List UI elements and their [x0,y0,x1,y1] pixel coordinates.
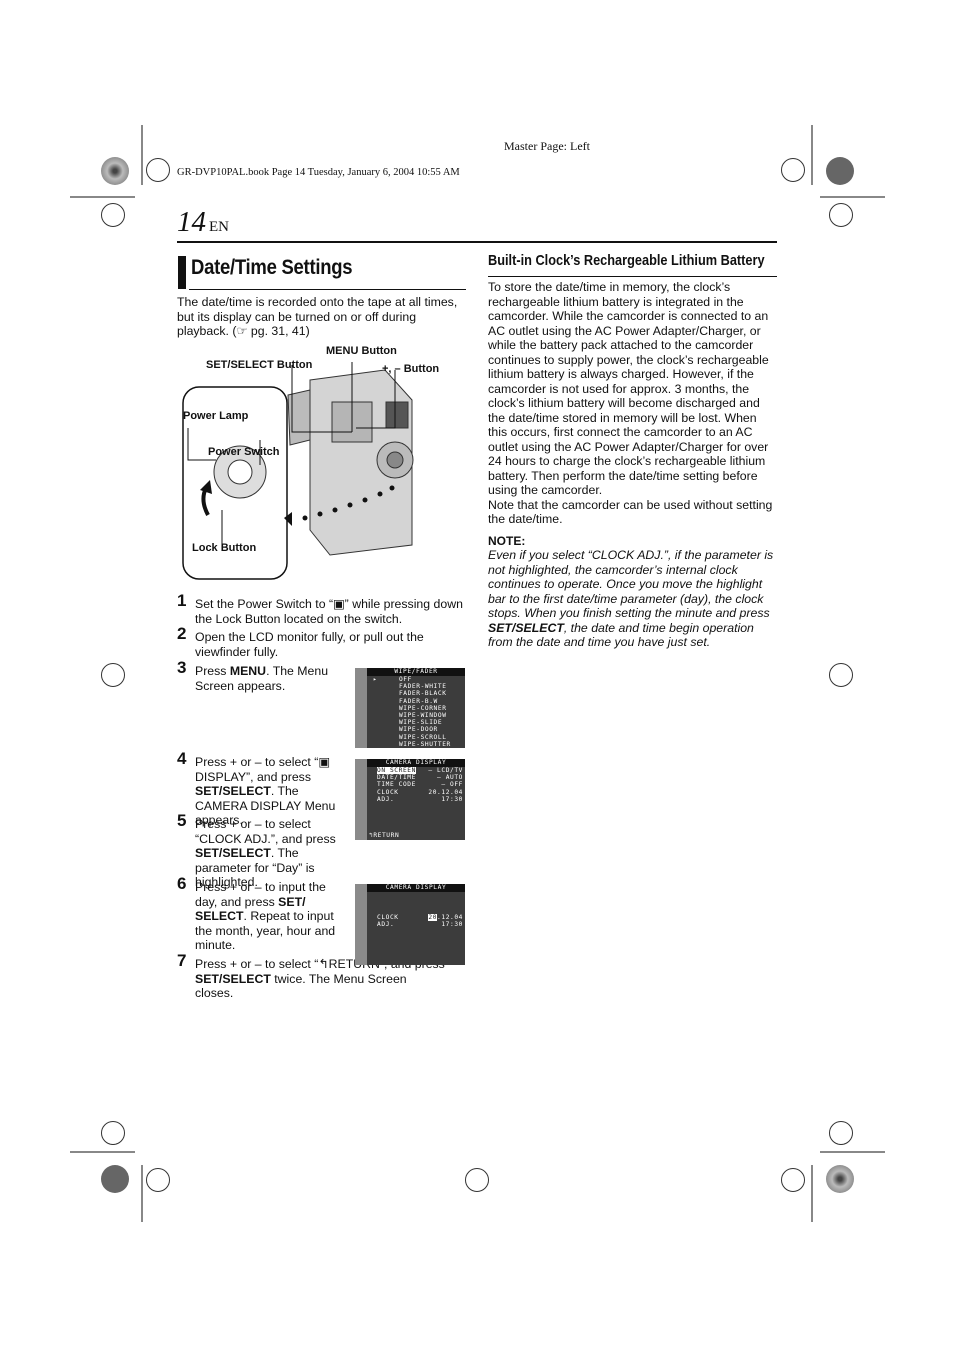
camcorder-diagram: MENU Button SET/SELECT Button +, – Butto… [180,340,470,585]
header-rule [177,241,777,243]
menu-row: FADER-WHITE [373,683,447,691]
camera-display-screen: CAMERA DISPLAY ON SCREEN – LCD/TV DATE/TI… [355,759,465,840]
screen-title: CAMERA DISPLAY [367,884,465,892]
day-field: 20 [428,914,438,921]
menu-row: WIPE-CORNER [373,704,447,712]
color-patch-icon [826,1165,854,1193]
registration-target-icon [146,158,170,182]
screen-title: CAMERA DISPLAY [367,759,465,767]
registration-target-icon [146,1168,170,1192]
print-registration-marks [70,125,885,1222]
step-1: 1 Set the Power Switch to “▣” while press… [177,591,463,626]
title-rule [189,289,466,290]
registration-target-icon [829,663,853,687]
menu-row: WIPE-SLIDE [373,719,443,727]
menu-row: WIPE-DOOR [373,726,438,734]
screen-title: WIPE/FADER [367,668,465,676]
book-info-line: GR-DVP10PAL.book Page 14 Tuesday, Januar… [177,167,460,178]
color-patch-icon [826,157,854,185]
registration-target-icon [101,1121,125,1145]
registration-target-icon [101,203,125,227]
wipe-fader-screen: WIPE/FADER ▸ OFF FADER-WHITE FADER-BLACK… [355,668,465,748]
registration-target-icon [781,158,805,182]
note-paragraph: Even if you select “CLOCK ADJ.”, if the … [488,548,774,649]
color-patch-icon [101,1165,129,1193]
power-lamp-label: Power Lamp [183,410,249,422]
intro-paragraph: The date/time is recorded onto the tape … [177,295,458,338]
registration-target-icon [101,663,125,687]
set-select-button-label: SET/SELECT Button [206,359,313,371]
step-2: 2 Open the LCD monitor fully, or pull out… [177,624,424,659]
menu-row: TIME CODE – OFF [377,781,463,789]
section-title: Date/Time Settings [191,256,353,279]
adj-row: ADJ. 17:30 [377,921,463,929]
plus-minus-button-label: +, – Button [382,363,440,375]
menu-row: ▸ OFF [373,676,412,683]
menu-icon-column [355,759,367,840]
heading-bar [178,256,186,289]
registration-target-icon [829,1121,853,1145]
subsection-rule [488,276,777,277]
master-page-label: Master Page: Left [504,139,590,153]
registration-target-icon [781,1168,805,1192]
color-patch-icon [101,157,129,185]
menu-row: ADJ. 17:30 [377,795,463,803]
page-number-value: 14 [177,206,206,238]
menu-row: FADER-B.W [373,697,438,705]
clock-adjust-screen: CAMERA DISPLAY CLOCK 20.12.04 ADJ. 17:30 [355,884,465,965]
power-switch-label: Power Switch [208,446,280,458]
menu-list: ON SCREEN – LCD/TV DATE/TIME – AUTO TIME C… [377,767,463,803]
menu-row: ON SCREEN – LCD/TV [377,767,463,775]
battery-paragraph: To store the date/time in memory, the cl… [488,280,773,526]
subsection-title: Built-in Clock’s Rechargeable Lithium Ba… [488,252,765,269]
menu-icon-column [355,668,367,748]
language-code: EN [209,219,229,235]
menu-row: WIPE-WINDOW [373,712,447,720]
menu-row: WIPE-SHUTTER [373,740,451,748]
step-3: 3 Press MENU. The Menu Screen appears. [177,658,329,693]
registration-target-icon [465,1168,489,1192]
note-heading: NOTE: [488,534,526,548]
clock-row: CLOCK 20.12.04 [377,914,463,921]
page-number: 14 EN [177,206,229,239]
menu-row: CLOCK 20.12.04 [377,788,463,796]
menu-row: WIPE-SCROLL [373,733,447,741]
menu-button-label: MENU Button [326,345,397,357]
menu-row: DATE/TIME – AUTO [377,774,463,782]
registration-target-icon [829,203,853,227]
menu-list: ▸ OFF FADER-WHITE FADER-BLACK FADER-B.W … [373,676,451,748]
step-6: 6 Press + or – to input the day, and pres… [177,874,336,952]
menu-row: FADER-BLACK [373,690,447,698]
menu-icon-column [355,884,367,965]
lock-button-label: Lock Button [192,542,257,554]
return-item: ↰RETURN [369,831,400,839]
